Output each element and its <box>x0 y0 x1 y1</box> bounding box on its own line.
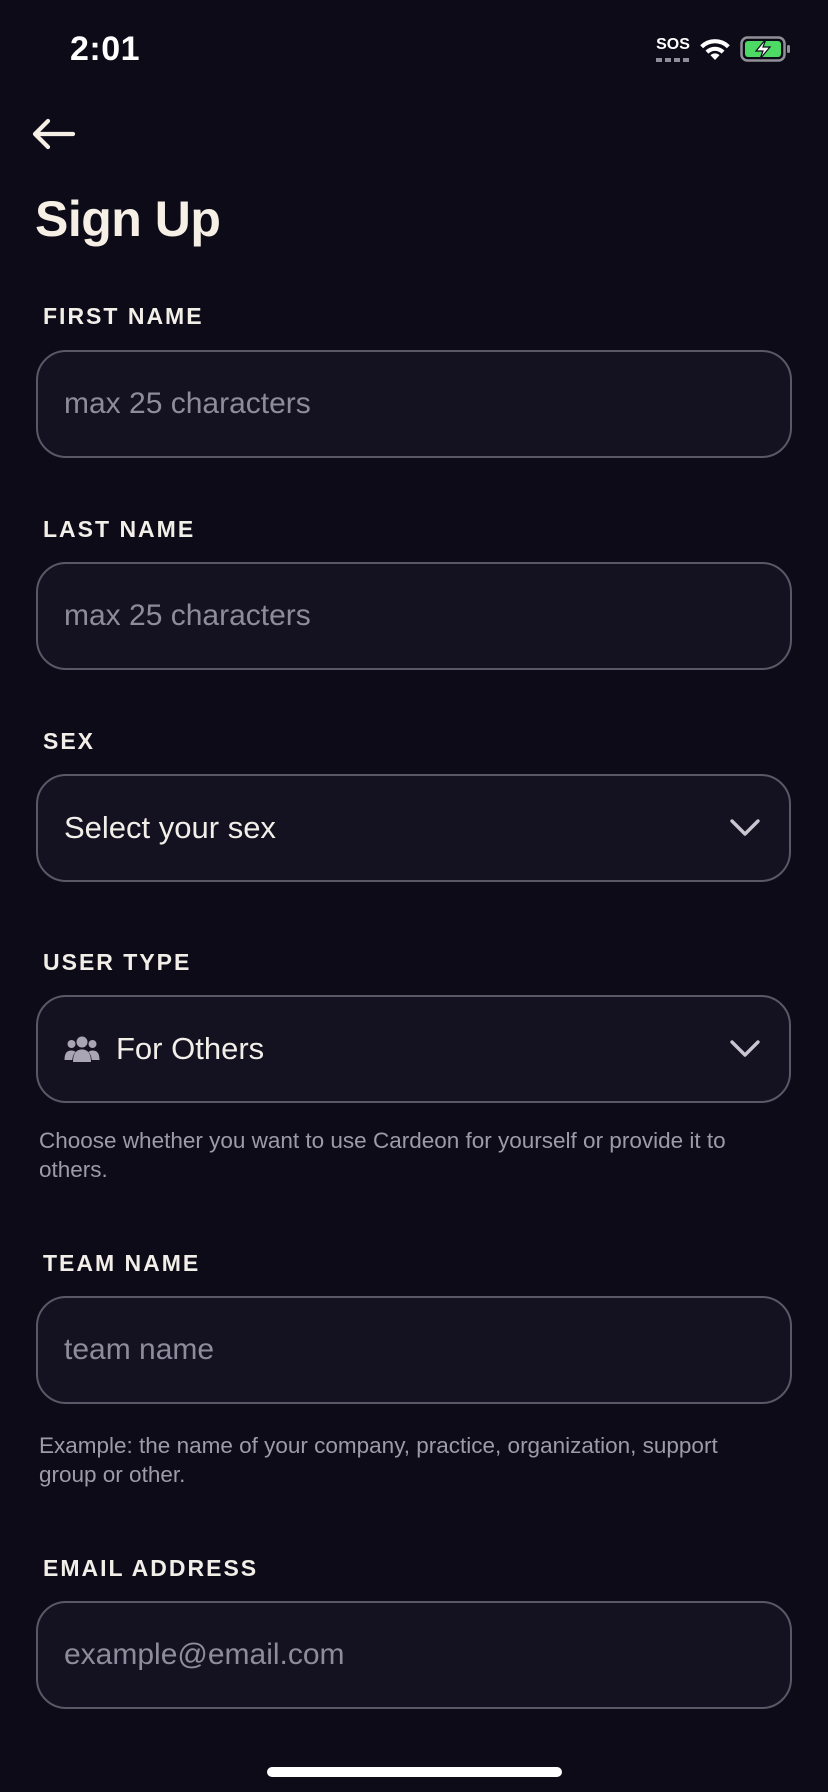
signal-dots-icon <box>656 58 690 62</box>
sex-select-value: Select your sex <box>64 810 276 845</box>
chevron-down-icon <box>730 1040 760 1057</box>
last-name-input[interactable] <box>64 599 764 633</box>
team-name-field[interactable] <box>36 1296 792 1404</box>
sex-label: SEX <box>43 728 96 754</box>
status-bar: 2:01 SOS <box>0 0 828 100</box>
user-type-helper-text: Choose whether you want to use Cardeon f… <box>39 1128 726 1182</box>
last-name-label: LAST NAME <box>43 516 196 542</box>
status-time: 2:01 <box>70 30 141 68</box>
sos-label: SOS <box>656 36 690 53</box>
sos-indicator: SOS <box>656 36 690 62</box>
chevron-down-icon <box>730 819 760 836</box>
email-label: EMAIL ADDRESS <box>43 1555 259 1581</box>
wifi-icon <box>700 39 730 60</box>
page-title: Sign Up <box>35 191 221 247</box>
user-type-select[interactable]: For Others <box>36 995 791 1103</box>
sex-select[interactable]: Select your sex <box>36 774 791 882</box>
first-name-input[interactable] <box>64 387 764 421</box>
users-icon <box>64 1036 100 1062</box>
first-name-label: FIRST NAME <box>43 303 204 329</box>
user-type-select-value: For Others <box>116 1031 265 1066</box>
home-indicator <box>267 1767 562 1777</box>
email-input[interactable] <box>64 1638 764 1672</box>
team-name-helper-text: Example: the name of your company, pract… <box>39 1433 718 1487</box>
arrow-left-icon <box>32 118 76 150</box>
email-field[interactable] <box>36 1601 792 1709</box>
first-name-field[interactable] <box>36 350 792 458</box>
battery-charging-icon <box>740 36 790 62</box>
back-button[interactable] <box>30 112 82 156</box>
last-name-field[interactable] <box>36 562 792 670</box>
team-name-input[interactable] <box>64 1333 764 1367</box>
team-name-label: TEAM NAME <box>43 1250 201 1276</box>
user-type-label: USER TYPE <box>43 949 192 975</box>
